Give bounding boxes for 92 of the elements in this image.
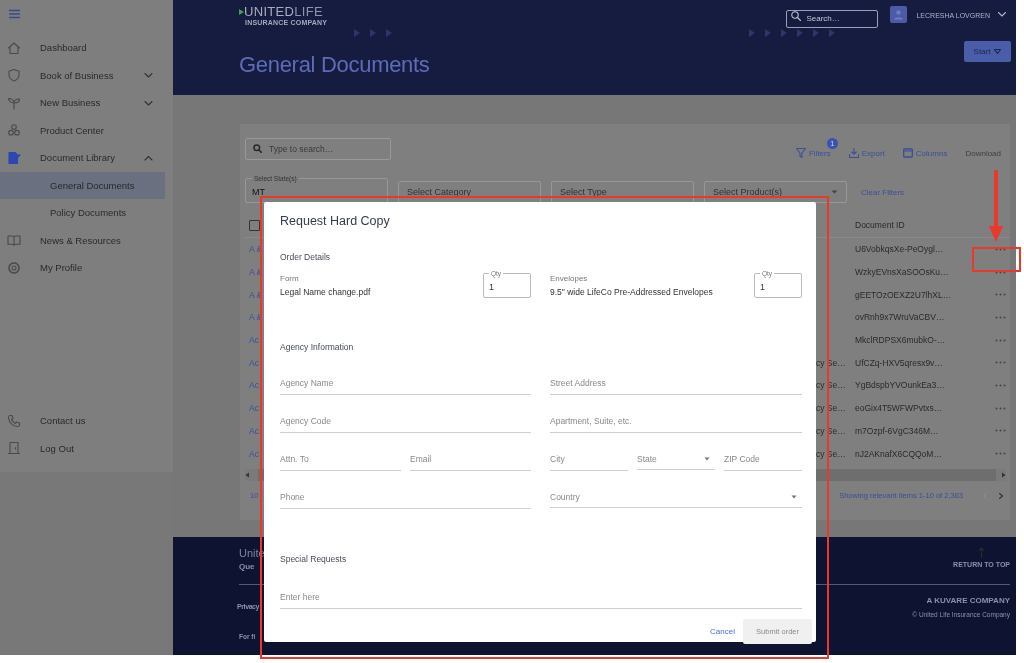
search-field[interactable]: Search… [786,9,879,28]
table-cell: UfCZq-HXV5qresx9v… [855,357,943,368]
sprout-icon [7,95,21,110]
phone-icon [7,413,21,428]
sidebar-subitem[interactable]: General Documents [0,171,165,199]
table-cell: Ac [249,448,259,459]
gear-icon [7,260,21,275]
chevron-right-icon [999,492,1003,499]
table-cell: nJ2AKnafX6CQQoM… [855,448,942,459]
column-header: Document ID [855,220,905,230]
book-icon [7,233,21,248]
caret-icon [704,456,710,461]
toolbar-button[interactable]: Filters [795,148,831,158]
page-title: General Documents [239,52,431,78]
table-cell: Ac [249,403,259,414]
item-label: Envelopes [550,274,589,283]
sidebar-item[interactable]: Log Out [0,434,165,462]
sidebar-item[interactable]: Dashboard [0,34,165,62]
qty-input[interactable]: 1 [489,282,509,292]
item-value: Legal Name change.pdf [280,287,372,297]
home-icon [7,40,21,55]
section-heading: Agency Information [280,342,355,352]
shield-icon [7,68,21,83]
select-field[interactable]: Country [550,486,802,508]
avatar-icon [890,6,908,23]
sidebar-item[interactable]: Contact us [0,407,165,435]
table-cell: Ac [249,357,259,368]
sidebar-item[interactable]: News & Resources [0,226,165,254]
table-cell: YgBdspbYVOunkEa3… [855,380,945,391]
table-cell: eoGix4T5WFWPvtxs… [855,403,943,414]
more-icon [995,270,1006,274]
triangle-icon [239,9,244,15]
item-label: Dashboard [40,42,88,54]
footer-subtitle: Que [239,562,256,571]
columns-icon [902,148,913,158]
start-button[interactable]: Start [964,41,1011,62]
item-label: Log Out [40,442,75,454]
annotation-arrow [989,170,1003,242]
search-field[interactable]: Type to search… [245,138,391,160]
chevron-icon [998,12,1006,17]
table-cell: gEETOzOEXZ2U7lhXL… [855,289,952,300]
clear-filters-link[interactable]: Clear Filters [861,188,905,197]
triangles-drawing [354,29,392,37]
item-label: My Profile [40,262,84,274]
item-label: Contact us [40,415,87,427]
toolbar-button[interactable]: Export [848,148,885,158]
sidebar-item[interactable]: New Business [0,89,165,117]
table-cell: Ac [249,425,259,436]
table-cell: MkclRDPSX6mubkO-… [855,335,946,346]
sidebar-item[interactable]: Product Center [0,116,165,144]
caret-icon [994,49,1002,54]
caret-icon [791,494,797,499]
item-label: Document Library [40,152,116,164]
table-cell: Ac [249,380,259,391]
section-heading: Order Details [280,252,332,262]
document-icon [7,150,21,165]
checkbox[interactable] [249,219,260,231]
section-heading: Special Requests [280,554,348,564]
door-icon [7,441,21,456]
item-label: Book of Business [40,69,115,81]
item-label: New Business [40,97,102,109]
sidebar-item[interactable]: Document Library [0,144,165,172]
right-arrow-icon [1001,471,1006,478]
table-cell: WzkyEVnsXaSOOsKu… [855,267,949,278]
item-value: 9.5" wide LifeCo Pre-Addressed Envelopes [550,287,714,297]
download-icon [848,148,859,158]
caret-icon [831,190,838,194]
item-label: Product Center [40,124,105,136]
left-arrow-icon [245,471,250,478]
circles-icon [7,123,21,138]
select-field[interactable]: State [637,448,715,470]
table-cell: U6VobkqsXe-PeOygl… [855,244,944,255]
table-cell: ovRnh9x7WruVaCBV… [855,312,945,323]
arrow-up-icon [978,547,986,558]
dialog-title: Request Hard Copy [280,214,391,228]
qty-input[interactable]: 1 [760,282,780,292]
search-icon [791,11,802,21]
item-label: Form [280,274,300,283]
highlight-box [972,247,1021,272]
table-cell: m7Ozpf-6VgC346M… [855,425,939,436]
funnel-icon [795,148,806,158]
item-label: News & Resources [40,234,122,246]
sidebar-item[interactable]: Book of Business [0,61,165,89]
more-icon [995,247,1006,251]
table-cell: Ac [249,335,259,346]
logo: UNITEDLIFE [244,5,323,19]
search-icon [253,144,262,153]
sidebar-item[interactable]: My Profile [0,254,165,282]
sidebar-subitem[interactable]: Policy Documents [0,199,165,227]
cancel-button[interactable]: Cancel [710,627,735,636]
menu-icon [9,9,20,19]
company-name: A KUVARE COMPANY [926,596,1010,605]
